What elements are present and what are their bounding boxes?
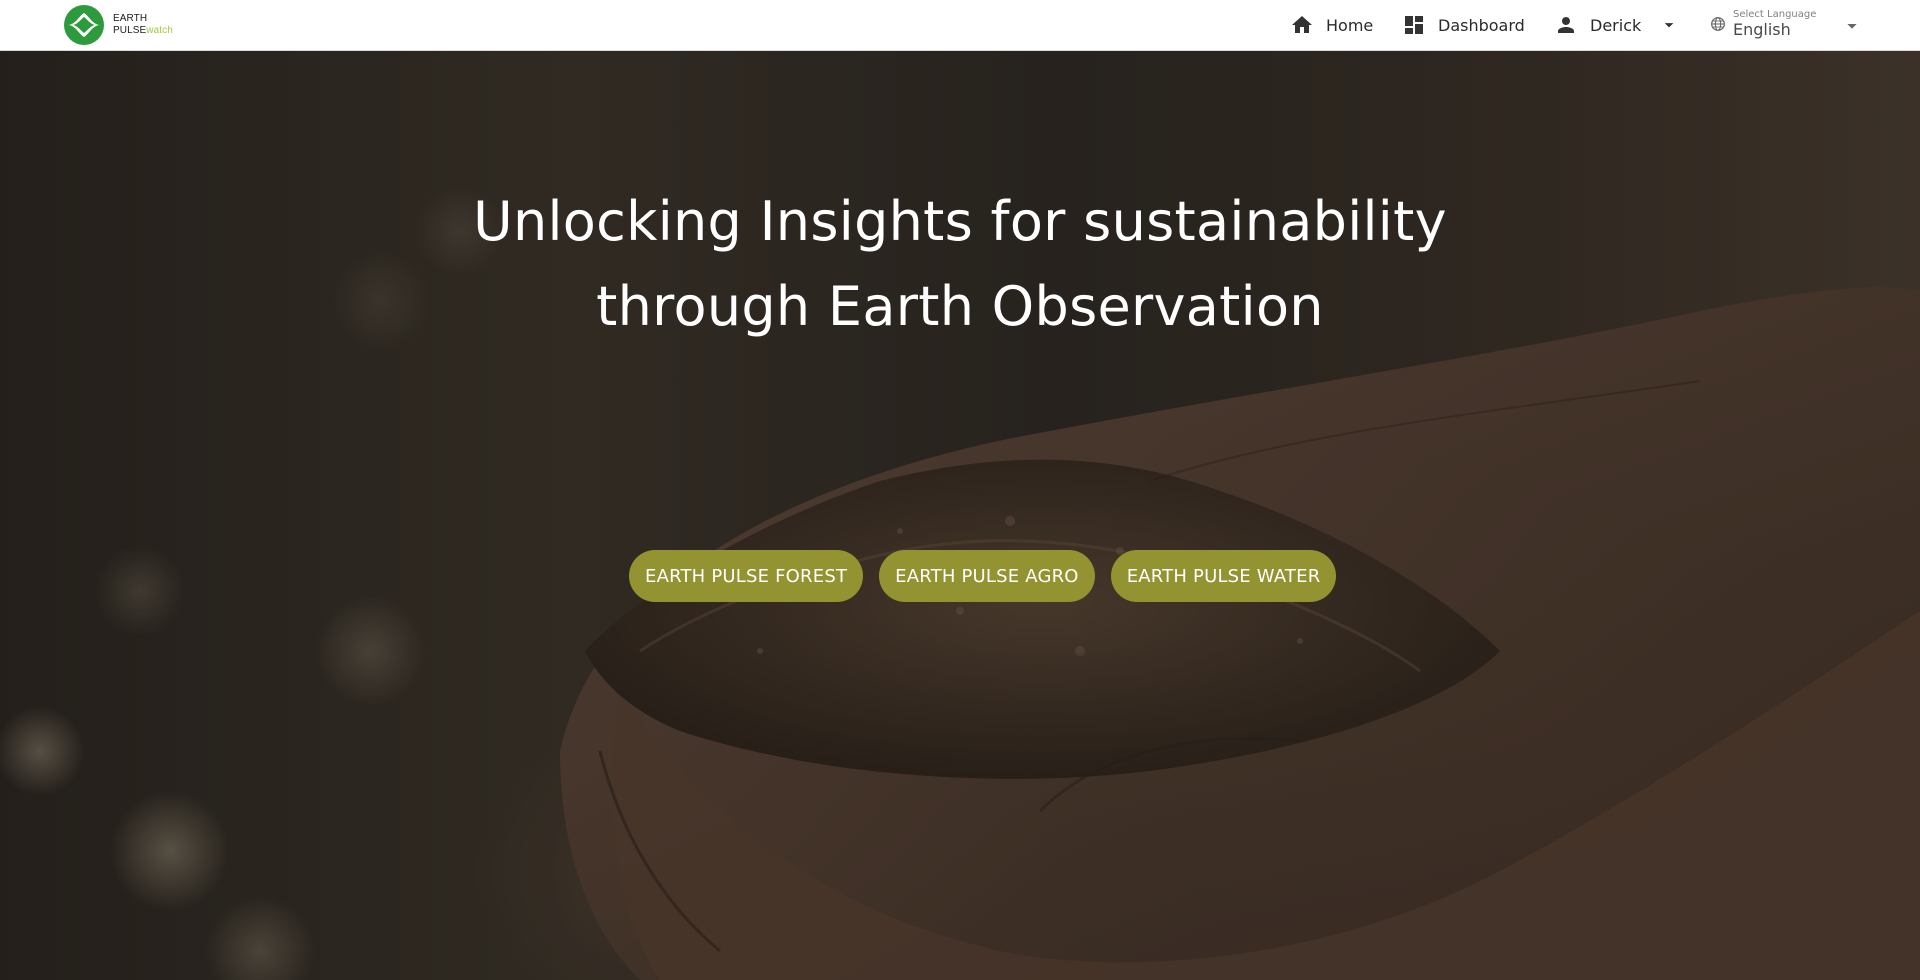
chevron-down-icon	[1664, 23, 1674, 28]
hero-section: Unlocking Insights for sustainability th…	[0, 51, 1920, 980]
product-buttons: EARTH PULSE FOREST EARTH PULSE AGRO EART…	[629, 550, 1337, 602]
brand-line-2-main: PULSE	[113, 25, 147, 36]
nav-dashboard[interactable]: Dashboard	[1386, 0, 1541, 51]
earth-pulse-forest-button[interactable]: EARTH PULSE FOREST	[629, 550, 864, 602]
home-icon	[1292, 16, 1312, 33]
nav-dashboard-label: Dashboard	[1438, 15, 1525, 35]
nav-home-label: Home	[1326, 15, 1374, 35]
hero-headline-line-1: Unlocking Insights for sustainability	[473, 190, 1447, 253]
nav-user-menu[interactable]: Derick	[1538, 0, 1693, 51]
person-icon	[1558, 17, 1574, 33]
language-select[interactable]: Select Language English	[1710, 7, 1860, 45]
brand-line-1: EARTH	[113, 13, 148, 24]
top-navbar: EARTH PULSEwatch Home Dashboard Derick S…	[0, 0, 1920, 51]
brand-logo[interactable]: EARTH PULSEwatch	[63, 4, 173, 46]
brand-wordmark: EARTH PULSEwatch	[113, 13, 173, 37]
nav-user-label: Derick	[1590, 15, 1642, 35]
brand-line-2: PULSEwatch	[113, 25, 173, 37]
dashboard-icon	[1405, 16, 1423, 34]
hero-headline: Unlocking Insights for sustainability th…	[0, 179, 1920, 349]
language-caption: Select Language	[1733, 9, 1817, 20]
earth-pulse-water-button[interactable]: EARTH PULSE WATER	[1110, 550, 1337, 602]
brand-line-2-accent: watch	[146, 25, 173, 36]
chevron-down-icon	[1847, 24, 1857, 29]
globe-icon	[1711, 17, 1725, 31]
earth-pulse-agro-button[interactable]: EARTH PULSE AGRO	[879, 550, 1095, 602]
earth-pulse-logo-icon	[64, 5, 104, 45]
nav-home[interactable]: Home	[1274, 0, 1389, 51]
language-value: English	[1733, 20, 1791, 39]
hero-headline-line-2: through Earth Observation	[596, 275, 1324, 338]
